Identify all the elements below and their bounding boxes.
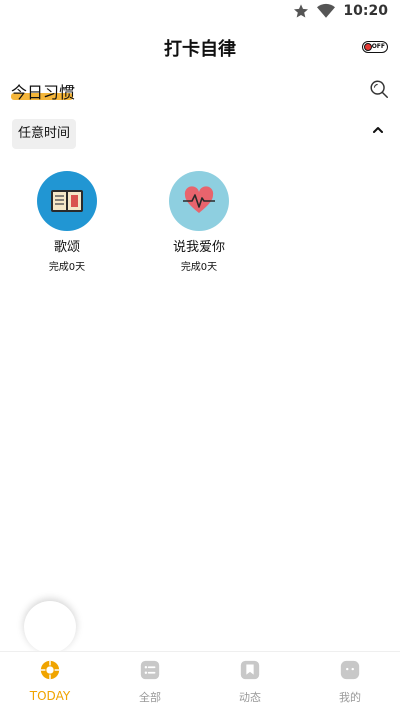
status-icons: 10:20: [293, 3, 388, 19]
habit-progress: 完成0天: [48, 262, 86, 273]
habit-name: 说我爱你: [172, 240, 225, 255]
app-header: 打卡自律 OFF: [0, 32, 400, 62]
nav-item-me[interactable]: 我的: [300, 652, 400, 711]
habit-name: 歌颂: [53, 240, 80, 255]
book-icon: [51, 190, 83, 212]
habit-progress: 完成0天: [180, 262, 218, 273]
chevron-up-icon[interactable]: [370, 122, 386, 138]
list-icon: [140, 660, 160, 680]
habit-icon-circle[interactable]: [169, 171, 229, 231]
nav-label: TODAY: [29, 689, 71, 703]
wifi-icon: [317, 3, 336, 18]
habit-icon-circle[interactable]: [37, 171, 97, 231]
floating-add-button[interactable]: [24, 601, 76, 653]
status-bar: 10:20: [0, 0, 400, 24]
search-icon[interactable]: [368, 78, 390, 100]
time-filter-chip[interactable]: 任意时间: [12, 119, 76, 149]
habit-item[interactable]: 歌颂 完成0天: [17, 171, 117, 273]
status-time: 10:20: [343, 3, 388, 19]
nav-label: 我的: [339, 691, 361, 704]
bottom-nav: TODAY 全部 动态 我的: [0, 651, 400, 711]
nav-item-all[interactable]: 全部: [100, 652, 200, 711]
star-icon: [294, 4, 309, 18]
page-title: 打卡自律: [164, 39, 236, 60]
bookmark-icon: [240, 660, 260, 680]
section-header: 今日习惯: [0, 76, 400, 104]
nav-item-today[interactable]: TODAY: [0, 652, 100, 711]
profile-face-icon: [340, 660, 360, 680]
sun-compass-icon: [40, 660, 60, 680]
toggle-label: OFF: [371, 43, 385, 50]
section-title: 今日习惯: [11, 83, 76, 102]
off-toggle[interactable]: OFF: [362, 41, 388, 53]
nav-label: 全部: [139, 691, 161, 704]
heartbeat-icon: [183, 186, 215, 213]
nav-label: 动态: [239, 691, 261, 704]
habit-item[interactable]: 说我爱你 完成0天: [149, 171, 249, 273]
nav-item-feed[interactable]: 动态: [200, 652, 300, 711]
